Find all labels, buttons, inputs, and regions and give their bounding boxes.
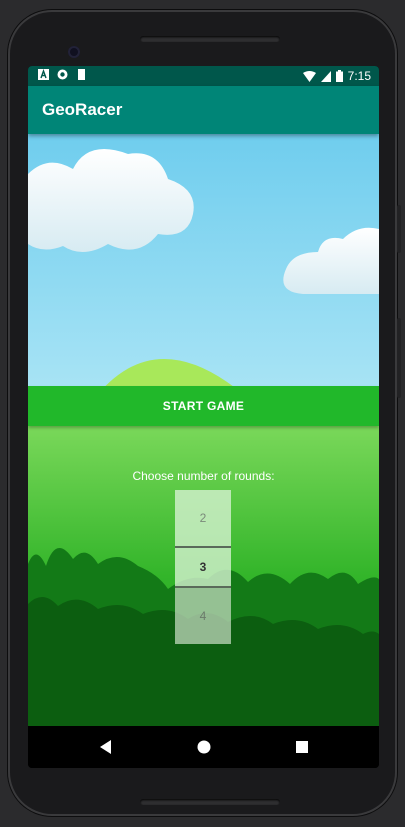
top-speaker [140,36,280,42]
battery-icon [335,70,343,82]
bottom-speaker [140,799,280,805]
wifi-icon [302,70,316,82]
rounds-label: Choose number of rounds: [132,469,275,483]
signal-icon [320,70,331,82]
start-game-button[interactable]: START GAME [28,386,379,426]
app-title: GeoRacer [42,100,123,119]
status-bar: 7:15 [28,66,379,86]
recents-icon[interactable] [292,738,312,756]
app-bar: GeoRacer [28,86,379,134]
status-time: 7:15 [347,69,371,83]
home-icon[interactable] [194,738,214,756]
sd-card-icon [78,69,85,80]
rounds-number-picker[interactable]: 2 3 4 [175,490,231,644]
picker-option-previous[interactable]: 2 [175,490,231,546]
power-button[interactable] [397,205,401,253]
volume-button[interactable] [397,318,401,398]
back-icon[interactable] [96,738,116,756]
device-screen: 7:15 GeoRacer START GAME Choose number o… [28,66,379,768]
picker-option-next[interactable]: 4 [175,588,231,644]
navigation-bar [28,726,379,768]
circle-notification-icon [57,69,68,80]
picker-option-selected[interactable]: 3 [175,546,231,588]
main-content: START GAME Choose number of rounds: 2 3 … [28,134,379,726]
front-camera [68,46,80,58]
a-box-icon [38,69,49,80]
